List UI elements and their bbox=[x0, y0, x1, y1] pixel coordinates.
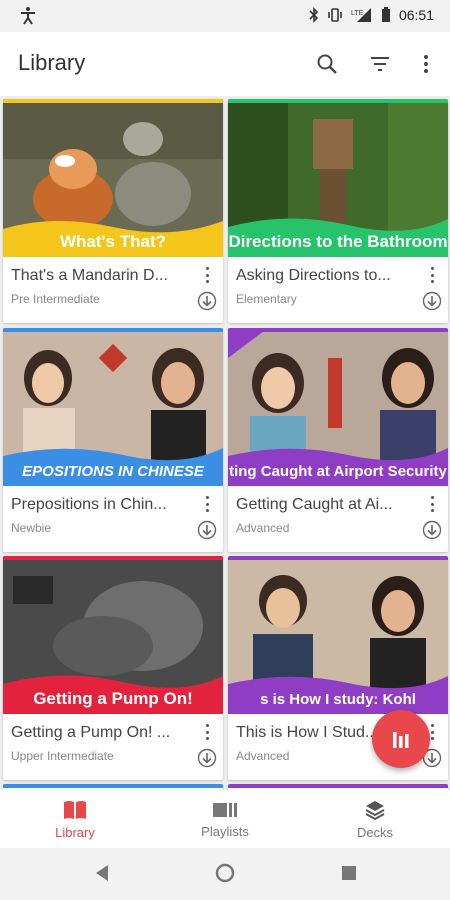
lesson-level: Newbie bbox=[11, 521, 52, 535]
lesson-card[interactable]: EPOSITIONS IN CHINESE Prepositions in Ch… bbox=[3, 328, 223, 552]
status-bar: LTE 06:51 bbox=[0, 0, 450, 32]
app-bar: Library bbox=[0, 32, 450, 96]
home-icon[interactable] bbox=[215, 863, 235, 883]
lesson-thumbnail[interactable]: EPOSITIONS IN CHINESE bbox=[3, 328, 223, 486]
book-icon bbox=[64, 800, 86, 819]
vibrate-icon bbox=[328, 8, 342, 22]
lesson-level: Advanced bbox=[236, 521, 290, 535]
nav-decks[interactable]: Decks bbox=[300, 790, 450, 848]
recents-icon[interactable] bbox=[342, 866, 356, 880]
overflow-menu-button[interactable] bbox=[410, 48, 442, 80]
library-grid: What's That? That's a Mandarin D... Pre … bbox=[0, 96, 450, 790]
more-vert-icon bbox=[424, 55, 428, 73]
audio-player-fab[interactable] bbox=[372, 710, 430, 768]
svg-text:LTE: LTE bbox=[351, 10, 364, 17]
thumbnail-caption: ting Caught at Airport Security bbox=[229, 462, 447, 480]
lesson-title: Getting Caught at Ai... bbox=[236, 496, 393, 513]
playlist-icon bbox=[213, 802, 237, 817]
lesson-title: Asking Directions to... bbox=[236, 267, 391, 284]
back-icon[interactable] bbox=[94, 864, 110, 882]
thumbnail-caption: Directions to the Bathroom bbox=[228, 232, 448, 251]
signal-icon: LTE bbox=[351, 8, 371, 22]
lesson-thumbnail[interactable]: s is How I study: Kohl bbox=[228, 556, 448, 714]
filter-button[interactable] bbox=[364, 48, 396, 80]
card-more-button[interactable] bbox=[201, 494, 213, 514]
filter-icon bbox=[371, 57, 389, 71]
lesson-level: Pre Intermediate bbox=[11, 292, 100, 306]
lesson-card[interactable]: Getting a Pump On! Getting a Pump On! ..… bbox=[3, 556, 223, 780]
bluetooth-icon bbox=[309, 7, 319, 23]
card-more-button[interactable] bbox=[426, 494, 438, 514]
layers-icon bbox=[365, 800, 385, 820]
nav-library-label: Library bbox=[55, 824, 95, 840]
lesson-level: Upper Intermediate bbox=[11, 749, 114, 763]
lesson-title: Getting a Pump On! ... bbox=[11, 724, 171, 741]
accessibility-icon bbox=[21, 7, 35, 25]
card-more-button[interactable] bbox=[201, 722, 213, 742]
nav-decks-label: Decks bbox=[356, 824, 394, 840]
lesson-title: That's a Mandarin D... bbox=[11, 267, 168, 284]
download-icon[interactable] bbox=[197, 291, 217, 311]
thumbnail-caption: EPOSITIONS IN CHINESE bbox=[22, 462, 204, 480]
card-more-button[interactable] bbox=[426, 265, 438, 285]
search-icon bbox=[317, 54, 337, 74]
thumbnail-caption: What's That? bbox=[59, 232, 167, 251]
lesson-thumbnail[interactable]: Getting a Pump On! bbox=[3, 556, 223, 714]
download-icon[interactable] bbox=[197, 748, 217, 768]
lesson-card[interactable]: What's That? That's a Mandarin D... Pre … bbox=[3, 99, 223, 323]
lesson-level: Advanced bbox=[236, 749, 290, 763]
bottom-navigation: Library Playlists Decks bbox=[0, 790, 450, 848]
clock: 06:51 bbox=[398, 7, 434, 23]
lesson-level: Elementary bbox=[236, 292, 297, 306]
lesson-card[interactable]: Directions to the Bathroom Asking Direct… bbox=[228, 99, 448, 323]
nav-library[interactable]: Library bbox=[0, 790, 150, 848]
lesson-thumbnail[interactable]: What's That? bbox=[3, 99, 223, 257]
thumbnail-caption: s is How I study: Kohl bbox=[260, 690, 416, 708]
download-icon[interactable] bbox=[422, 291, 442, 311]
lesson-card[interactable]: ting Caught at Airport Security Getting … bbox=[228, 328, 448, 552]
nav-playlists[interactable]: Playlists bbox=[150, 790, 300, 848]
search-button[interactable] bbox=[311, 48, 343, 80]
card-more-button[interactable] bbox=[201, 265, 213, 285]
lesson-thumbnail[interactable]: ting Caught at Airport Security bbox=[228, 328, 448, 486]
download-icon[interactable] bbox=[197, 520, 217, 540]
lesson-title: Prepositions in Chin... bbox=[11, 496, 167, 513]
page-title: Library bbox=[18, 50, 86, 75]
system-navigation-bar bbox=[0, 848, 450, 900]
thumbnail-caption: Getting a Pump On! bbox=[33, 689, 193, 708]
audio-bars-icon bbox=[393, 732, 409, 748]
battery-icon bbox=[381, 7, 390, 22]
nav-playlists-label: Playlists bbox=[201, 823, 249, 839]
lesson-thumbnail[interactable]: Directions to the Bathroom bbox=[228, 99, 448, 257]
system-icons: LTE 06:51 bbox=[309, 7, 434, 23]
download-icon[interactable] bbox=[422, 520, 442, 540]
